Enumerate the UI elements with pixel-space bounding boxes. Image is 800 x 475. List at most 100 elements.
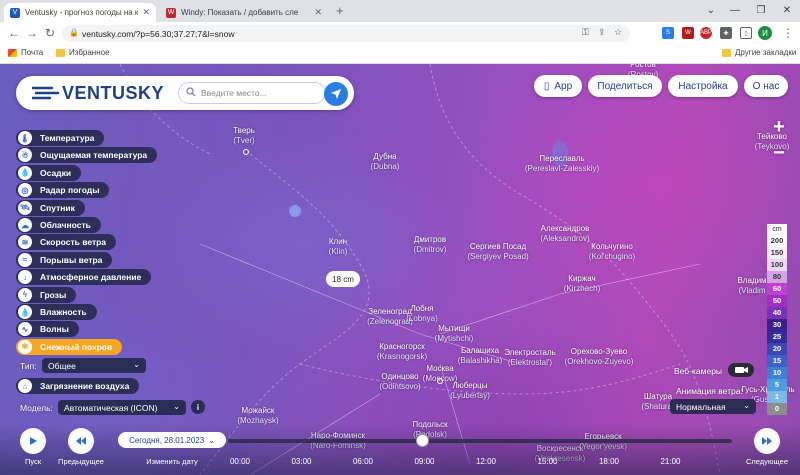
zoom-out-button[interactable]: − [768, 142, 790, 164]
timeline-hour-label[interactable]: 21:00 [660, 457, 680, 466]
layer-radar[interactable]: ◎ Радар погоды [16, 182, 110, 199]
ventusky-logo[interactable]: VENTUSKY [62, 83, 164, 104]
city-label[interactable]: Переславль (Pereslavl-Zalesskiy) [525, 154, 599, 174]
layer-pressure[interactable]: ↓ Атмосферное давление [16, 269, 152, 286]
city-label[interactable]: Дубна (Dubna) [371, 152, 400, 172]
wind-animation-select[interactable]: Нормальная ⌄ [670, 399, 756, 414]
model-label: Модель: [20, 403, 53, 413]
puzzle-icon[interactable]: ✚ [720, 27, 732, 39]
timeline-hour-label[interactable]: 12:00 [476, 457, 496, 466]
more-menu-icon[interactable]: ⋮ [780, 25, 796, 41]
city-label[interactable]: Балашиха (Balashikha) [458, 346, 502, 366]
layer-cloud[interactable]: ☁ Облачность [16, 217, 101, 233]
city-label[interactable]: Киржач (Kirzhach) [564, 274, 600, 294]
tab-strip: V Ventusky - прогноз погоды на к ✕ W Win… [0, 0, 800, 22]
timeline-hour-label[interactable]: 18:00 [599, 457, 619, 466]
timeline-hour-label[interactable]: 09:00 [414, 457, 434, 466]
share-button[interactable]: Поделиться [588, 75, 662, 97]
locate-me-button[interactable] [324, 82, 348, 106]
adblock-icon[interactable]: ABP [700, 27, 712, 39]
city-label[interactable]: Сергиев Посад (Sergiyev Posad) [467, 242, 528, 262]
city-label[interactable]: Мытищи (Mytishchi) [435, 324, 474, 344]
layer-snowflake[interactable]: ❄ Снежный покров [16, 338, 123, 355]
layer-satellite[interactable]: 🛰 Спутник [16, 199, 85, 216]
date-select[interactable]: Сегодня, 28.01.2023 ⌄ [118, 432, 226, 448]
model-select[interactable]: Автоматическая (ICON) ⌄ [58, 400, 186, 415]
city-label[interactable]: Клин (Klin) [329, 237, 348, 257]
browser-tab-windy[interactable]: W Windy: Показать / добавить сле ✕ [160, 3, 328, 22]
address-bar[interactable]: 🔒 ventusky.com/?p=56.30;37.27;7&l=snow ⚿… [62, 25, 630, 42]
city-label[interactable]: Тверь (Tver) [233, 126, 255, 146]
close-tab-icon[interactable]: ✕ [314, 7, 322, 18]
chevron-down-icon[interactable]: ⌄ [698, 0, 724, 20]
city-label[interactable]: Можайск (Mozhaysk) [237, 406, 278, 426]
share-page-icon[interactable]: ⇪ [598, 27, 606, 38]
layer-humidity[interactable]: 💧 Влажность [16, 304, 97, 320]
layer-drop[interactable]: 💧 Осадки [16, 164, 82, 181]
extension-icon[interactable]: W [682, 27, 694, 39]
zoom-in-button[interactable]: + [768, 116, 790, 138]
radar-icon: ◎ [18, 183, 32, 198]
place-search-input[interactable]: Введите место... [178, 82, 326, 104]
previous-label: Предыдущее [58, 457, 104, 466]
thermometer-icon: 🌡 [18, 131, 32, 145]
weather-map[interactable]: Тверь (Tver) Дубна (Dubna) Переславль (Peresl… [0, 64, 800, 475]
city-label[interactable]: Люберцы (Lyubertsy) [450, 381, 490, 401]
restore-icon[interactable]: ❐ [748, 0, 774, 20]
city-label[interactable]: Дмитров (Dmitrov) [414, 235, 447, 255]
bookmark-favorites[interactable]: Избранное [56, 48, 110, 57]
layer-waves[interactable]: ∿ Волны [16, 321, 79, 338]
timeline-handle[interactable] [416, 434, 430, 447]
minimize-icon[interactable]: — [722, 0, 748, 20]
browser-tab-ventusky[interactable]: V Ventusky - прогноз погоды на к ✕ [4, 3, 156, 22]
timeline-hour-label[interactable]: 03:00 [291, 457, 311, 466]
reload-icon[interactable]: ↻ [42, 25, 58, 41]
previous-button[interactable] [68, 428, 94, 454]
point-value-bubble[interactable]: 18 cm [326, 271, 360, 287]
extension-icon[interactable]: S [662, 27, 674, 39]
type-select[interactable]: Общее ⌄ [42, 358, 146, 373]
star-icon[interactable]: ☆ [614, 27, 622, 38]
model-info-button[interactable]: i [191, 400, 205, 414]
app-button[interactable]: ▯ App [534, 75, 582, 97]
type-select-value: Общее [48, 360, 76, 371]
bookmark-mail[interactable]: Почта [8, 48, 43, 57]
layer-lightning[interactable]: ϟ Грозы [16, 286, 77, 303]
ventusky-logo-icon[interactable] [32, 85, 60, 101]
city-label[interactable]: Орехово-Зуево (Orekhovo-Zuyevo) [565, 347, 634, 367]
city-label[interactable]: Электросталь (Elektrostal') [504, 348, 556, 368]
city-label[interactable]: Одинцово (Odintsovo) [379, 372, 420, 392]
key-icon[interactable]: ⚿ [582, 27, 589, 38]
timeline-hour-label[interactable]: 00:00 [230, 457, 250, 466]
layer-gust[interactable]: ≈ Порывы ветра [16, 251, 113, 268]
timeline-hour-label[interactable]: 15:00 [537, 457, 557, 466]
timeline-hour-label[interactable]: 06:00 [353, 457, 373, 466]
legend-step: 40 [767, 307, 787, 319]
city-label[interactable]: Лобня (Lobnya) [406, 304, 438, 324]
city-label[interactable]: Кольчугино (Kol'chugino) [589, 242, 635, 262]
side-panel-icon[interactable]: ▯ [740, 27, 752, 39]
webcams-toggle[interactable] [728, 363, 754, 377]
play-button[interactable] [20, 428, 46, 454]
layer-thermometer[interactable]: 🌡 Температура [16, 130, 105, 146]
change-date-label: Изменить дату [146, 457, 198, 466]
close-window-icon[interactable]: ✕ [774, 0, 800, 20]
city-name-latin: (Dmitrov) [413, 245, 447, 254]
layer-air-pollution[interactable]: ⌂ Загрязнение воздуха [16, 378, 140, 394]
timeline-track[interactable] [228, 439, 732, 443]
forward-icon[interactable]: → [24, 25, 40, 41]
close-tab-icon[interactable]: ✕ [142, 7, 150, 18]
settings-button[interactable]: Настройка [668, 75, 738, 97]
back-icon[interactable]: ← [6, 25, 22, 41]
next-button[interactable] [754, 428, 780, 454]
layer-wind[interactable]: ≋ Скорость ветра [16, 234, 117, 251]
city-label[interactable]: Владим (Vladim [737, 276, 766, 296]
about-button[interactable]: О нас [744, 75, 788, 97]
layer-feels-like[interactable]: ☃ Ощущаемая температура [16, 147, 158, 164]
bookmark-other[interactable]: Другие закладки [722, 48, 796, 57]
city-label[interactable]: Красногорск (Krasnogorsk) [377, 342, 427, 362]
profile-avatar[interactable]: И [758, 26, 772, 40]
legend-step: 5 [767, 379, 787, 391]
new-tab-button[interactable]: + [336, 3, 344, 18]
city-label[interactable]: Александров (Aleksandrov) [540, 224, 589, 244]
